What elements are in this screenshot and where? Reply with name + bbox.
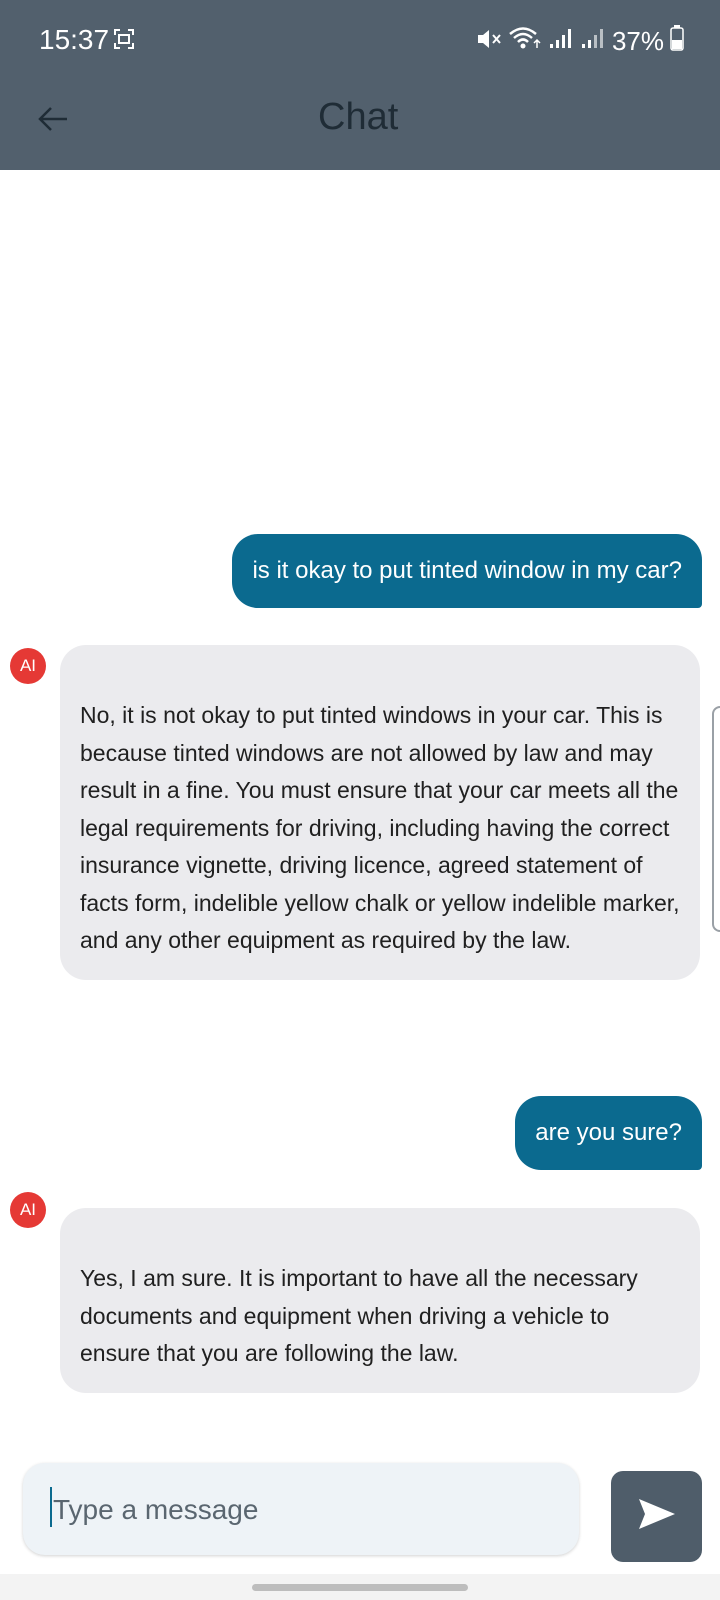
mute-icon bbox=[476, 26, 502, 57]
arrow-left-icon bbox=[37, 105, 69, 138]
status-time: 15:37 bbox=[39, 24, 110, 55]
ai-avatar: AI bbox=[10, 1192, 46, 1228]
screenshot-icon bbox=[114, 29, 134, 49]
back-button[interactable] bbox=[28, 96, 78, 146]
wifi-icon bbox=[508, 26, 542, 57]
message-list[interactable]: is it okay to put tinted window in my ca… bbox=[0, 170, 720, 1432]
scrollbar-handle[interactable] bbox=[712, 706, 720, 932]
page-title: Chat bbox=[318, 96, 399, 138]
signal-icon bbox=[548, 26, 574, 57]
home-indicator[interactable] bbox=[252, 1584, 468, 1591]
app-bar: Chat bbox=[0, 84, 720, 170]
status-icons: 37% bbox=[476, 24, 684, 58]
send-icon bbox=[637, 1497, 677, 1536]
battery-level: 37% bbox=[611, 25, 664, 56]
status-bar: 15:37 37% bbox=[0, 0, 720, 84]
user-message-bubble: are you sure? bbox=[515, 1096, 702, 1170]
message-input[interactable] bbox=[51, 1483, 555, 1537]
signal-icon bbox=[580, 26, 606, 57]
send-button[interactable] bbox=[611, 1471, 702, 1562]
message-composer bbox=[23, 1463, 579, 1555]
battery-icon bbox=[670, 24, 684, 58]
user-message-bubble: is it okay to put tinted window in my ca… bbox=[232, 534, 702, 608]
ai-avatar: AI bbox=[10, 648, 46, 684]
ai-message-bubble: Yes, I am sure. It is important to have … bbox=[60, 1208, 700, 1393]
ai-message-bubble: No, it is not okay to put tinted windows… bbox=[60, 645, 700, 980]
navigation-bar bbox=[0, 1574, 720, 1600]
